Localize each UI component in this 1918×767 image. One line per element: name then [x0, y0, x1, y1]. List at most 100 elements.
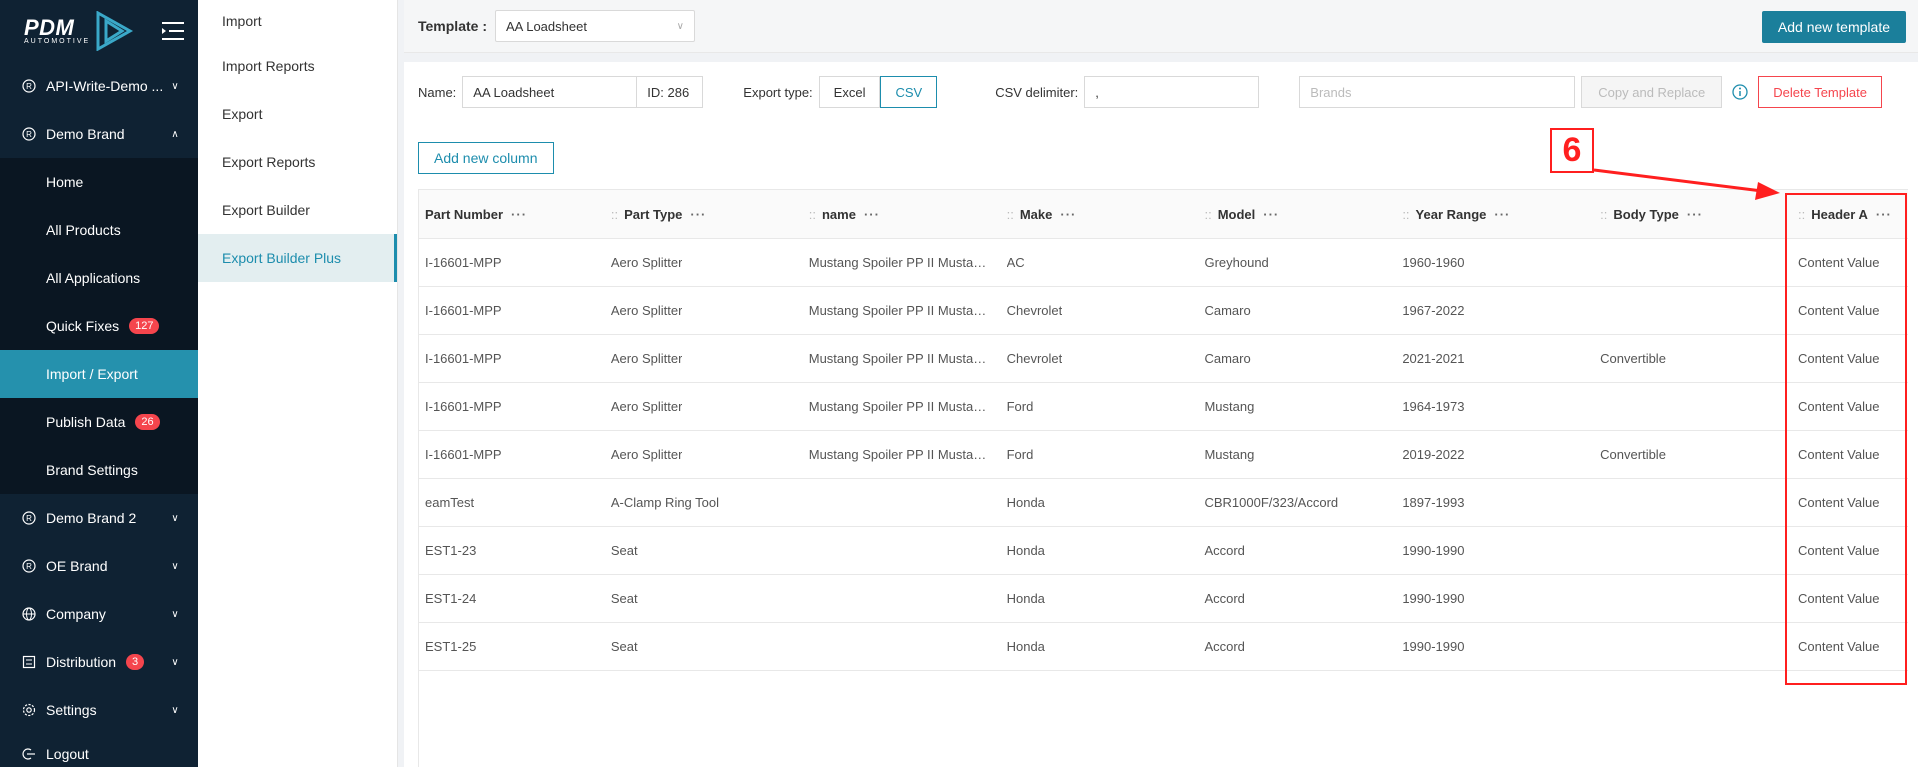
- copy-and-replace-button[interactable]: Copy and Replace: [1581, 76, 1723, 108]
- more-icon[interactable]: ···: [511, 207, 527, 222]
- submenu-item-export-builder[interactable]: Export Builder: [198, 186, 397, 234]
- sidebar-subitem-brand-settings[interactable]: Brand Settings: [0, 446, 198, 494]
- sidebar-subitem-publish-data[interactable]: Publish Data 26: [0, 398, 198, 446]
- sidebar-item-distribution[interactable]: Distribution 3 ∨: [0, 638, 198, 686]
- cell-value: I-16601-MPP: [425, 255, 502, 270]
- drag-handle-icon[interactable]: ::: [1798, 207, 1805, 222]
- table-cell: 1960-1960: [1392, 239, 1590, 286]
- table-cell: Content Value: [1788, 527, 1908, 574]
- menu-collapse-icon[interactable]: [160, 20, 186, 42]
- cell-value: 1964-1973: [1402, 399, 1465, 414]
- column-header-model[interactable]: :: Model ···: [1194, 190, 1392, 238]
- column-header-label: Part Type: [624, 206, 683, 222]
- svg-text:R: R: [26, 514, 32, 523]
- more-icon[interactable]: ···: [1060, 207, 1076, 222]
- logout-icon: [22, 747, 36, 761]
- table-cell: Accord: [1194, 527, 1392, 574]
- cell-value: I-16601-MPP: [425, 447, 502, 462]
- cell-value: A-Clamp Ring Tool: [610, 495, 720, 510]
- template-select[interactable]: AA Loadsheet ∨: [494, 10, 695, 42]
- drag-handle-icon[interactable]: ::: [1402, 207, 1409, 222]
- column-header-body-type[interactable]: :: Body Type ···: [1590, 190, 1788, 238]
- sidebar-item-api-write-demo[interactable]: R API-Write-Demo ... ∨: [0, 62, 198, 110]
- name-input[interactable]: AA Loadsheet: [462, 76, 638, 108]
- cell-value: Honda: [1006, 639, 1045, 654]
- cell-value: Mustang Spoiler PP II Mustang: [808, 447, 987, 462]
- cell-value: CBR1000F/323/Accord: [1204, 495, 1339, 510]
- table-cell: 1990-1990: [1392, 575, 1590, 622]
- more-icon[interactable]: ···: [690, 207, 706, 222]
- cell-value: Seat: [610, 639, 638, 654]
- cell-value: Accord: [1204, 591, 1245, 606]
- cell-value: Aero Splitter: [610, 255, 683, 270]
- column-header-part-type[interactable]: :: Part Type ···: [601, 190, 799, 238]
- sidebar-subitem-home[interactable]: Home: [0, 158, 198, 206]
- table-cell: Mustang Spoiler PP II Mustang: [799, 431, 997, 478]
- csv-delimiter-label: CSV delimiter:: [995, 84, 1079, 100]
- column-header-make[interactable]: :: Make ···: [997, 190, 1195, 238]
- export-type-csv[interactable]: CSV: [880, 76, 938, 108]
- cell-value: Content Value: [1798, 303, 1880, 318]
- more-icon[interactable]: ···: [864, 207, 880, 222]
- more-icon[interactable]: ···: [1876, 207, 1892, 222]
- column-header-year-range[interactable]: :: Year Range ···: [1392, 190, 1590, 238]
- logo[interactable]: PDM AUTOMOTIVE: [24, 11, 134, 51]
- cell-value: I-16601-MPP: [425, 399, 502, 414]
- submenu-item-import[interactable]: Import: [198, 0, 397, 42]
- chevron-down-icon: ∨: [171, 560, 179, 572]
- more-icon[interactable]: ···: [1494, 207, 1510, 222]
- column-header-name[interactable]: :: name ···: [799, 190, 997, 238]
- cell-value: EST1-23: [425, 543, 477, 558]
- column-header-part-number[interactable]: Part Number ···: [419, 190, 601, 238]
- more-icon[interactable]: ···: [1263, 207, 1279, 222]
- sidebar-subitem-all-applications[interactable]: All Applications: [0, 254, 198, 302]
- csv-delimiter-input[interactable]: ,: [1084, 76, 1260, 108]
- sidebar-item-settings[interactable]: Settings ∨: [0, 686, 198, 734]
- submenu-item-export-builder-plus[interactable]: Export Builder Plus: [198, 234, 397, 282]
- sidebar-item-demo-brand-2[interactable]: R Demo Brand 2 ∨: [0, 494, 198, 542]
- count-badge: 3: [126, 654, 145, 670]
- table-cell: Chevrolet: [997, 335, 1195, 382]
- table-cell: Mustang: [1194, 431, 1392, 478]
- add-new-template-button[interactable]: Add new template: [1761, 11, 1906, 43]
- cell-value: Content Value: [1798, 543, 1880, 558]
- chevron-up-icon: ∧: [171, 128, 179, 140]
- cell-value: Content Value: [1798, 255, 1880, 270]
- brands-select[interactable]: Brands: [1299, 76, 1576, 108]
- table-row: I-16601-MPP Aero Splitter Mustang Spoiler …: [419, 335, 1908, 383]
- table-cell: Aero Splitter: [601, 287, 799, 334]
- cell-value: 2021-2021: [1402, 351, 1465, 366]
- logo-text: PDM: [24, 14, 75, 40]
- submenu-item-export[interactable]: Export: [198, 90, 397, 138]
- submenu-item-import-reports[interactable]: Import Reports: [198, 42, 397, 90]
- delete-template-button[interactable]: Delete Template: [1758, 76, 1882, 108]
- table-cell: 1897-1993: [1392, 479, 1590, 526]
- column-header-label: Make: [1019, 206, 1053, 222]
- submenu-item-export-reports[interactable]: Export Reports: [198, 138, 397, 186]
- sidebar-item-oe-brand[interactable]: R OE Brand ∨: [0, 542, 198, 590]
- sidebar-item-company[interactable]: Company ∨: [0, 590, 198, 638]
- chevron-down-icon: ∨: [171, 512, 179, 524]
- distribution-icon: [22, 655, 36, 669]
- drag-handle-icon[interactable]: ::: [1007, 207, 1014, 222]
- info-icon[interactable]: [1732, 84, 1748, 100]
- drag-handle-icon[interactable]: ::: [1204, 207, 1211, 222]
- cell-value: 1990-1990: [1402, 543, 1465, 558]
- drag-handle-icon[interactable]: ::: [809, 207, 816, 222]
- template-label: Template :: [418, 18, 487, 34]
- sidebar-subitem-all-products[interactable]: All Products: [0, 206, 198, 254]
- sidebar-subitem-import-export[interactable]: Import / Export: [0, 350, 198, 398]
- sidebar-item-demo-brand[interactable]: R Demo Brand ∧: [0, 110, 198, 158]
- sidebar-subitem-quick-fixes[interactable]: Quick Fixes 127: [0, 302, 198, 350]
- template-settings-row: Name: AA Loadsheet ID: 286 Export type: …: [418, 76, 1908, 108]
- drag-handle-icon[interactable]: ::: [611, 207, 618, 222]
- drag-handle-icon[interactable]: ::: [1600, 207, 1607, 222]
- more-icon[interactable]: ···: [1687, 207, 1703, 222]
- table-cell: Content Value: [1788, 239, 1908, 286]
- sidebar-item-logout[interactable]: Logout: [0, 734, 198, 767]
- export-type-excel[interactable]: Excel: [818, 76, 881, 108]
- template-select-value: AA Loadsheet: [505, 18, 587, 34]
- column-header-header-a[interactable]: :: Header A ···: [1788, 190, 1908, 238]
- export-builder-panel: Name: AA Loadsheet ID: 286 Export type: …: [404, 62, 1918, 767]
- add-new-column-button[interactable]: Add new column: [418, 142, 554, 174]
